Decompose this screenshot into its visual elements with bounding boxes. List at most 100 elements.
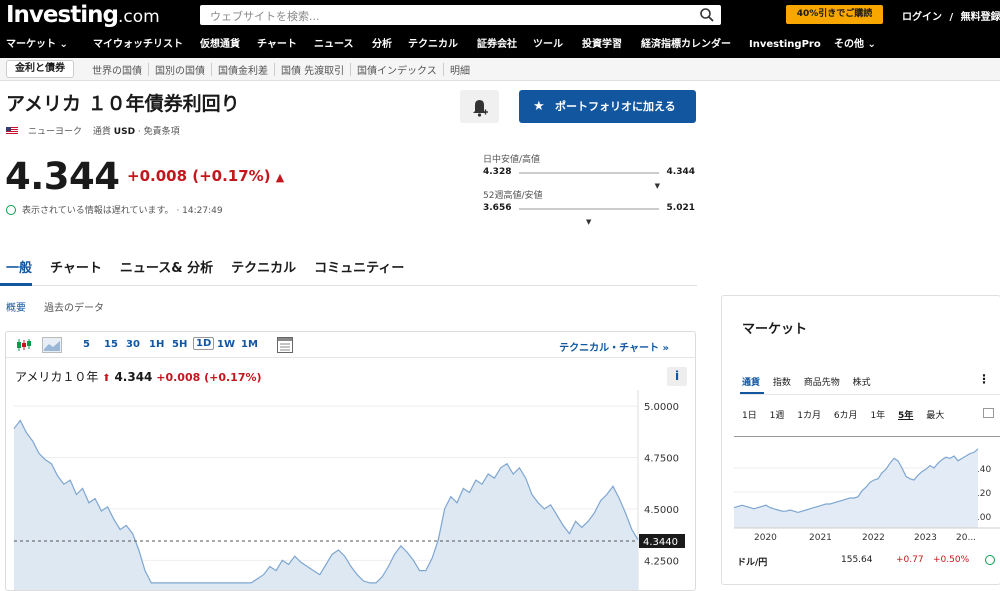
subnav-item-rates-bonds[interactable]: 金利と債券: [6, 60, 74, 78]
market-row-price: 155.64: [841, 555, 873, 565]
disclaimer-link[interactable]: 免責条項: [144, 127, 180, 137]
search-placeholder: ウェブサイトを検索...: [210, 10, 320, 23]
status-clock-icon: [985, 555, 995, 565]
market-tab-currency[interactable]: 通貨: [742, 378, 760, 388]
period-1w[interactable]: 1週: [770, 411, 785, 421]
update-time: · 14:27:49: [176, 206, 223, 216]
subnav-divider: [148, 63, 149, 76]
period-1y[interactable]: 1年: [870, 411, 885, 421]
active-tab-underline: [0, 283, 32, 286]
timeframe-1d[interactable]: 1D: [193, 337, 215, 350]
up-arrow-icon: ▲: [275, 171, 285, 184]
instrument-meta: ニューヨーク 通貨 USD · 免責条項: [6, 124, 180, 137]
tab-technical[interactable]: テクニカル: [231, 257, 296, 276]
investing-logo[interactable]: Investing.com: [6, 2, 160, 28]
market-tab-stocks[interactable]: 株式: [853, 378, 871, 388]
period-1m[interactable]: 1カ月: [797, 411, 821, 421]
subtab-historical[interactable]: 過去のデータ: [44, 299, 104, 314]
content-tabs: 一般 チャート ニュース& 分析 テクニカル コミュニティー: [6, 257, 422, 276]
market-tab-commodities[interactable]: 商品先物: [804, 378, 840, 388]
y-tick-label: 4.2500: [644, 556, 679, 567]
nav-item-crypto[interactable]: 仮想通貨: [200, 35, 240, 55]
star-icon: ★: [533, 99, 545, 114]
search-icon[interactable]: [699, 7, 715, 23]
timeframe-5h[interactable]: 5H: [172, 339, 187, 350]
chart-toolbar: 5 15 30 1H 5H 1D 1W 1M テクニカル・チャート »: [6, 332, 695, 358]
y-tick-label: 5.0000: [644, 402, 679, 413]
area-chart-icon[interactable]: [42, 337, 62, 353]
nav-item-watchlist[interactable]: マイウォッチリスト: [93, 35, 183, 55]
chart-title: アメリカ１０年: [15, 370, 99, 384]
subnav-item-indices[interactable]: 国債インデックス: [357, 62, 437, 77]
table-icon[interactable]: [277, 337, 293, 353]
promo-button[interactable]: 40%引きでご購読: [786, 5, 883, 24]
search-input[interactable]: ウェブサイトを検索...: [200, 5, 721, 25]
timeframe-30[interactable]: 30: [126, 339, 140, 350]
week52-range-bar: ▼: [519, 208, 659, 226]
login-link[interactable]: ログイン: [902, 12, 942, 23]
tab-news-analysis[interactable]: ニュース& 分析: [120, 257, 213, 276]
technical-chart-link[interactable]: テクニカル・チャート »: [559, 339, 669, 354]
chart-type-icon[interactable]: [983, 408, 994, 418]
week52-high: 5.021: [666, 203, 695, 213]
add-to-portfolio-button[interactable]: ★ ポートフォリオに加える: [519, 90, 696, 123]
day-range-label: 日中安値/高値: [483, 155, 541, 165]
candlestick-icon[interactable]: [16, 338, 32, 352]
nav-item-markets[interactable]: マーケット ⌄: [6, 35, 68, 55]
nav-item-tools[interactable]: ツール: [533, 35, 563, 55]
nav-item-more[interactable]: その他 ⌄: [834, 35, 876, 55]
week52-range-marker: ▼: [586, 218, 592, 226]
mini-chart-svg: 1401201002020 2021 2022 2023 20...: [734, 436, 1000, 543]
day-low: 4.328: [483, 167, 512, 177]
subnav-divider: [443, 63, 444, 76]
nav-item-calendar[interactable]: 経済指標カレンダー: [641, 35, 731, 55]
price-change: +0.008 (+0.17%) ▲: [127, 167, 284, 185]
market-row-pct: +0.50%: [933, 555, 970, 565]
nav-item-brokers[interactable]: 証券会社: [477, 35, 517, 55]
chart-header-value: 4.344: [114, 370, 153, 384]
nav-item-analysis[interactable]: 分析: [372, 35, 392, 55]
tab-community[interactable]: コミュニティー: [314, 257, 404, 276]
timeframe-1m[interactable]: 1M: [241, 339, 258, 350]
timeframe-1h[interactable]: 1H: [149, 339, 164, 350]
sub-nav: 金利と債券 世界の国債 国別の国債 国債金利差 国債 先渡取引 国債インデックス…: [0, 58, 1000, 81]
nav-item-investingpro[interactable]: InvestingPro: [749, 35, 821, 55]
period-5y[interactable]: 5年: [898, 411, 913, 421]
period-max[interactable]: 最大: [926, 411, 944, 421]
mini-x-tick: 20...: [956, 533, 976, 543]
mini-x-tick: 2020: [754, 533, 777, 543]
tab-chart[interactable]: チャート: [50, 257, 102, 276]
main-nav: マーケット ⌄ マイウォッチリスト 仮想通貨 チャート ニュース 分析 テクニカ…: [0, 35, 1000, 55]
info-icon[interactable]: i: [667, 367, 687, 386]
subnav-item-country-bonds[interactable]: 国別の国債: [155, 62, 205, 77]
subnav-item-forwards[interactable]: 国債 先渡取引: [281, 62, 344, 77]
nav-item-news[interactable]: ニュース: [314, 35, 354, 55]
more-options-icon[interactable]: ⋮: [978, 372, 990, 386]
price-change-value: +0.008 (+0.17%): [127, 167, 271, 185]
timeframe-5[interactable]: 5: [83, 339, 90, 350]
delay-note: 表示されている情報は遅れています。 · 14:27:49: [6, 203, 223, 216]
exchange-name: ニューヨーク: [28, 127, 83, 137]
nav-item-chart[interactable]: チャート: [257, 35, 297, 55]
currency-value: USD: [113, 127, 136, 137]
signup-link[interactable]: 無料登録: [961, 12, 1000, 23]
subnav-item-details[interactable]: 明細: [450, 62, 470, 77]
tab-general[interactable]: 一般: [6, 257, 32, 276]
subnav-item-world-bonds[interactable]: 世界の国債: [92, 62, 142, 77]
chart-header: アメリカ１０年 ⬆ 4.344 +0.008 (+0.17%): [15, 368, 262, 385]
timeframe-15[interactable]: 15: [104, 339, 118, 350]
period-6m[interactable]: 6カ月: [834, 411, 858, 421]
y-tick-label: 4.7500: [644, 454, 679, 465]
market-tab-indices[interactable]: 指数: [773, 378, 791, 388]
subnav-item-spreads[interactable]: 国債金利差: [218, 62, 268, 77]
nav-item-technical[interactable]: テクニカル: [408, 35, 458, 55]
us-flag-icon: [6, 127, 18, 135]
nav-item-learn[interactable]: 投資学習: [582, 35, 622, 55]
alert-button[interactable]: [460, 90, 499, 123]
timeframe-1w[interactable]: 1W: [217, 339, 235, 350]
day-range-bar: ▼: [519, 172, 660, 190]
period-1d[interactable]: 1日: [742, 411, 757, 421]
auth-links: ログイン / 無料登録: [902, 8, 1000, 23]
currency-label: 通貨: [92, 127, 111, 137]
subtab-overview[interactable]: 概要: [6, 299, 26, 314]
